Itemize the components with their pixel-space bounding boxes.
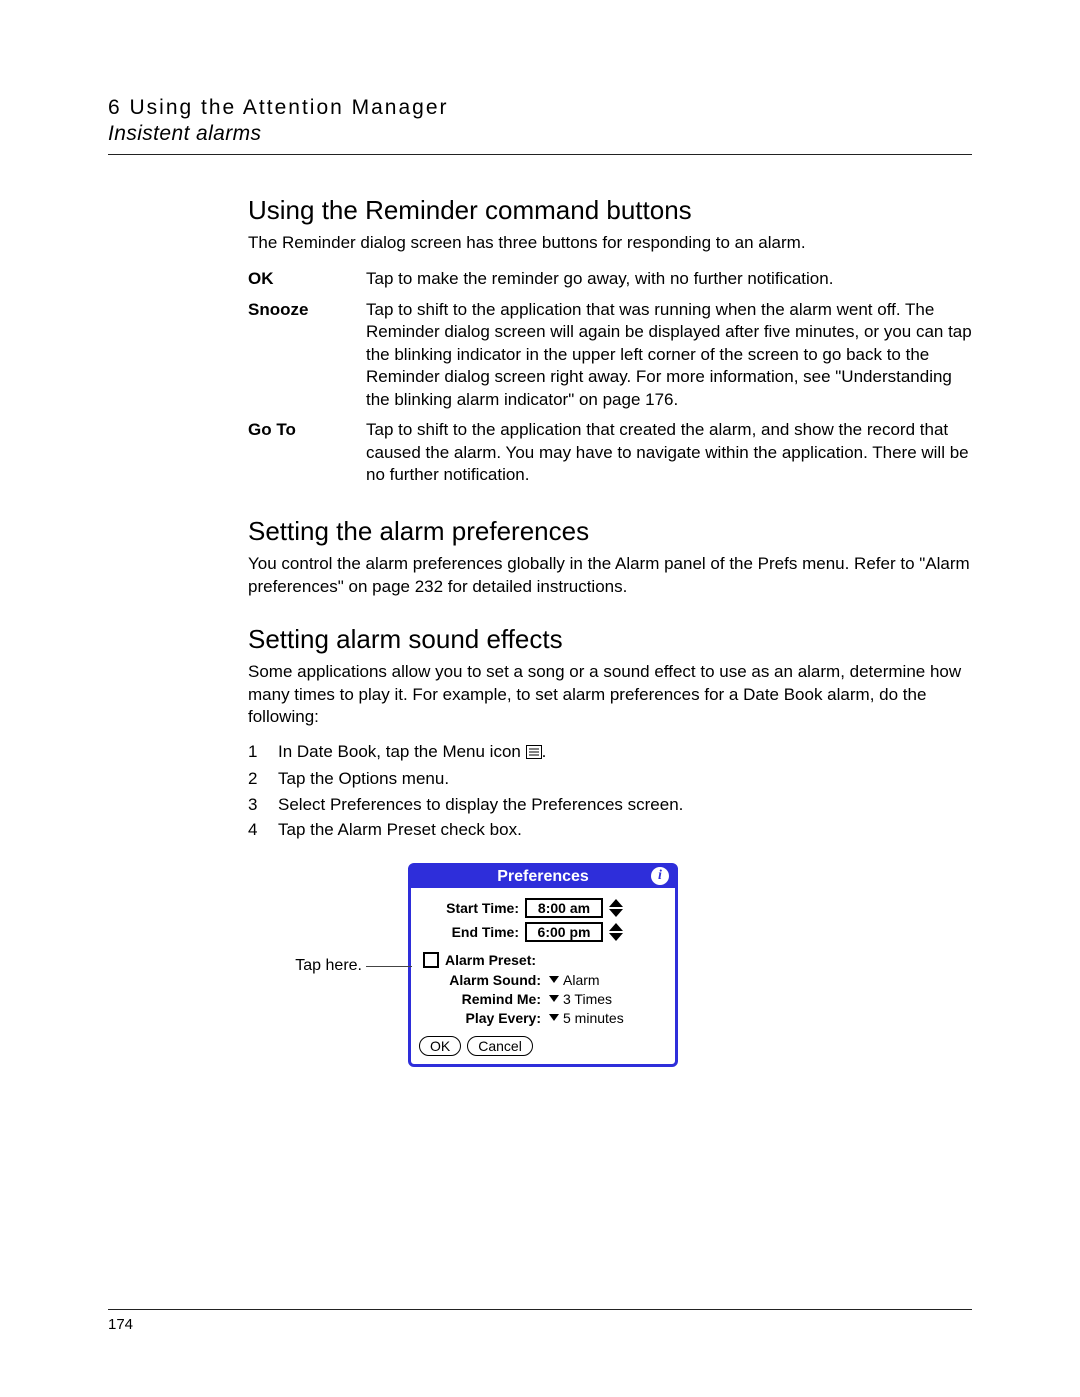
header-rule <box>108 154 972 155</box>
dropdown-icon[interactable] <box>549 1014 559 1021</box>
dropdown-icon[interactable] <box>549 976 559 983</box>
preferences-title-text: Preferences <box>497 868 589 885</box>
chevron-up-icon[interactable] <box>609 899 623 907</box>
start-time-label: Start Time: <box>419 900 525 916</box>
preferences-titlebar: Preferences i <box>411 866 675 888</box>
callout-tap-here: Tap here. <box>295 957 362 975</box>
step-2: Tap the Options menu. <box>278 766 449 792</box>
sec2-title: Setting the alarm preferences <box>248 516 972 547</box>
page-number: 174 <box>108 1316 972 1333</box>
sec2-body: You control the alarm preferences global… <box>248 553 972 598</box>
desc-ok: Tap to make the reminder go away, with n… <box>366 264 972 294</box>
callout-line <box>366 966 412 967</box>
preferences-dialog: Preferences i Start Time: 8:00 am End Ti… <box>408 863 678 1067</box>
sec3-title: Setting alarm sound effects <box>248 624 972 655</box>
alarm-preset-checkbox[interactable] <box>423 952 439 968</box>
remind-me-label: Remind Me: <box>437 991 545 1007</box>
step-num-1: 1 <box>248 739 278 767</box>
end-time-label: End Time: <box>419 924 525 940</box>
end-time-spinner[interactable] <box>609 923 623 941</box>
footer-rule <box>108 1309 972 1310</box>
start-time-spinner[interactable] <box>609 899 623 917</box>
chapter-heading: 6 Using the Attention Manager <box>108 96 972 120</box>
alarm-sound-value[interactable]: Alarm <box>563 972 600 988</box>
alarm-preset-label: Alarm Preset: <box>445 952 536 968</box>
step-4: Tap the Alarm Preset check box. <box>278 817 522 843</box>
sec3-body: Some applications allow you to set a son… <box>248 661 972 728</box>
term-goto: Go To <box>248 415 366 490</box>
chevron-up-icon[interactable] <box>609 923 623 931</box>
section-heading: Insistent alarms <box>108 122 972 146</box>
chevron-down-icon[interactable] <box>609 933 623 941</box>
sec1-intro: The Reminder dialog screen has three but… <box>248 232 972 254</box>
play-every-label: Play Every: <box>437 1010 545 1026</box>
step-num-3: 3 <box>248 792 278 818</box>
command-buttons-table: OK Tap to make the reminder go away, wit… <box>248 264 972 490</box>
steps-list: 1 In Date Book, tap the Menu icon . 2 <box>248 739 972 843</box>
ok-button[interactable]: OK <box>419 1036 461 1056</box>
end-time-value[interactable]: 6:00 pm <box>525 922 603 942</box>
sec1-title: Using the Reminder command buttons <box>248 195 972 226</box>
alarm-sound-label: Alarm Sound: <box>437 972 545 988</box>
play-every-value[interactable]: 5 minutes <box>563 1010 624 1026</box>
info-icon[interactable]: i <box>651 867 669 885</box>
step-num-4: 4 <box>248 817 278 843</box>
menu-icon <box>526 741 542 767</box>
step-num-2: 2 <box>248 766 278 792</box>
start-time-value[interactable]: 8:00 am <box>525 898 603 918</box>
term-ok: OK <box>248 264 366 294</box>
chevron-down-icon[interactable] <box>609 909 623 917</box>
desc-snooze: Tap to shift to the application that was… <box>366 295 972 415</box>
step-1: In Date Book, tap the Menu icon . <box>278 739 546 767</box>
cancel-button[interactable]: Cancel <box>467 1036 533 1056</box>
term-snooze: Snooze <box>248 295 366 415</box>
dropdown-icon[interactable] <box>549 995 559 1002</box>
step-3: Select Preferences to display the Prefer… <box>278 792 683 818</box>
desc-goto: Tap to shift to the application that cre… <box>366 415 972 490</box>
remind-me-value[interactable]: 3 Times <box>563 991 612 1007</box>
